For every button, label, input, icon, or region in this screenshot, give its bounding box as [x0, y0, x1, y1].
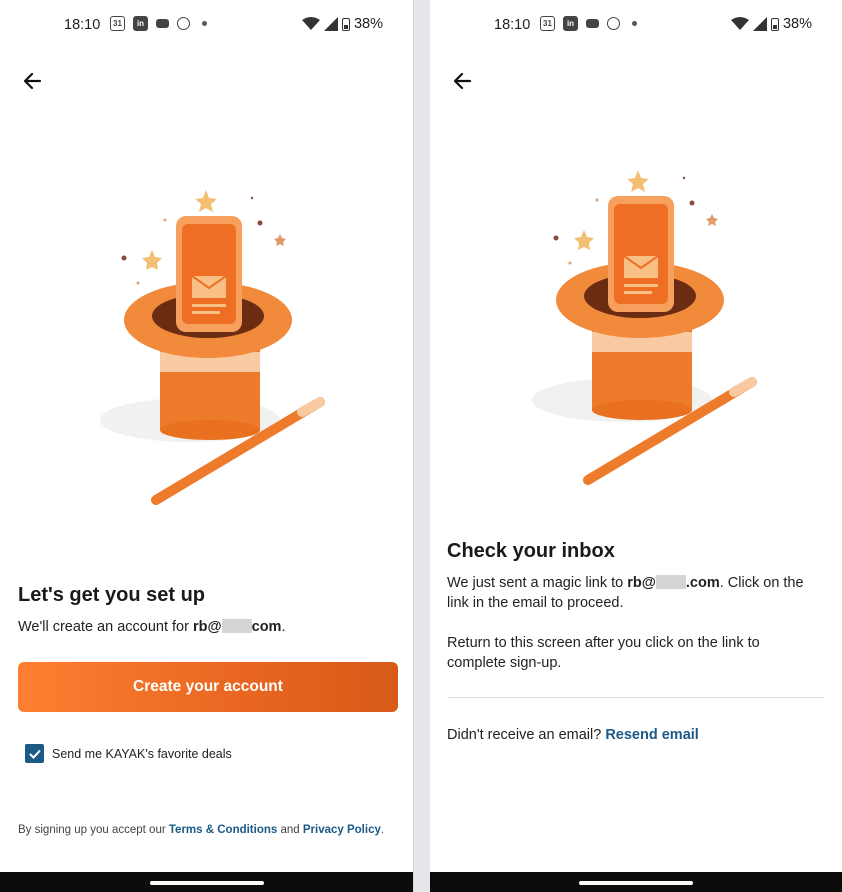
- navigation-bar: [430, 872, 842, 892]
- linkedin-icon: in: [133, 16, 148, 31]
- home-handle[interactable]: [579, 881, 693, 885]
- wifi-icon: [301, 17, 320, 30]
- dot-icon: [202, 21, 207, 26]
- check-inbox-screen: 18:10 31 in 38% Check your inbox We just…: [430, 0, 842, 892]
- deals-checkbox[interactable]: [25, 744, 44, 763]
- magic-hat-illustration: [532, 170, 757, 485]
- battery-icon: [341, 17, 350, 31]
- back-arrow-icon[interactable]: [448, 66, 478, 96]
- return-instructions: Return to this screen after you click on…: [447, 635, 760, 671]
- divider: [447, 697, 824, 698]
- page-title: Check your inbox: [447, 540, 615, 562]
- email-start: rb@: [627, 575, 656, 591]
- resend-email-link[interactable]: Resend email: [605, 727, 699, 743]
- status-time: 18:10: [64, 17, 101, 33]
- dot-icon: [632, 21, 637, 26]
- email-end: com: [251, 619, 282, 635]
- deals-checkbox-label: Send me KAYAK's favorite deals: [52, 746, 232, 761]
- terms-link[interactable]: Terms & Conditions: [169, 824, 277, 836]
- status-bar: 18:10 31 in 38%: [430, 0, 842, 52]
- navigation-bar: [0, 872, 413, 892]
- create-account-screen: 18:10 31 in 38% Let's get you set up We'…: [0, 0, 414, 892]
- battery-percent: 38%: [782, 16, 812, 32]
- checkmark-icon: [28, 749, 41, 759]
- status-bar: 18:10 31 in 38%: [0, 0, 413, 52]
- create-account-button[interactable]: Create your account: [18, 662, 398, 712]
- account-subtitle: We'll create an account for rb@ com.: [18, 619, 286, 635]
- message-icon: [156, 19, 169, 28]
- deals-checkbox-row[interactable]: Send me KAYAK's favorite deals: [25, 744, 232, 763]
- privacy-link[interactable]: Privacy Policy: [303, 824, 381, 836]
- signal-icon: [323, 17, 338, 31]
- email-start: rb@: [192, 619, 222, 635]
- record-icon: [607, 17, 620, 30]
- magic-link-message: We just sent a magic link to rb@ .com. Cl…: [447, 575, 804, 611]
- resend-row: Didn't receive an email? Resend email: [447, 727, 699, 743]
- calendar-icon: 31: [540, 16, 555, 31]
- battery-percent: 38%: [353, 16, 383, 32]
- redacted-email: [655, 575, 686, 589]
- home-handle[interactable]: [149, 881, 264, 885]
- magic-hat-illustration: [100, 190, 325, 505]
- calendar-icon: 31: [110, 16, 125, 31]
- page-title: Let's get you set up: [18, 584, 206, 606]
- wifi-icon: [730, 17, 749, 30]
- battery-icon: [770, 17, 779, 31]
- legal-text: By signing up you accept our Terms & Con…: [18, 824, 385, 836]
- message-icon: [586, 19, 599, 28]
- status-time: 18:10: [494, 17, 531, 33]
- linkedin-icon: in: [563, 16, 578, 31]
- signal-icon: [752, 17, 767, 31]
- record-icon: [177, 17, 190, 30]
- redacted-email: [221, 619, 252, 633]
- email-end: .com: [685, 575, 720, 591]
- back-arrow-icon[interactable]: [18, 66, 48, 96]
